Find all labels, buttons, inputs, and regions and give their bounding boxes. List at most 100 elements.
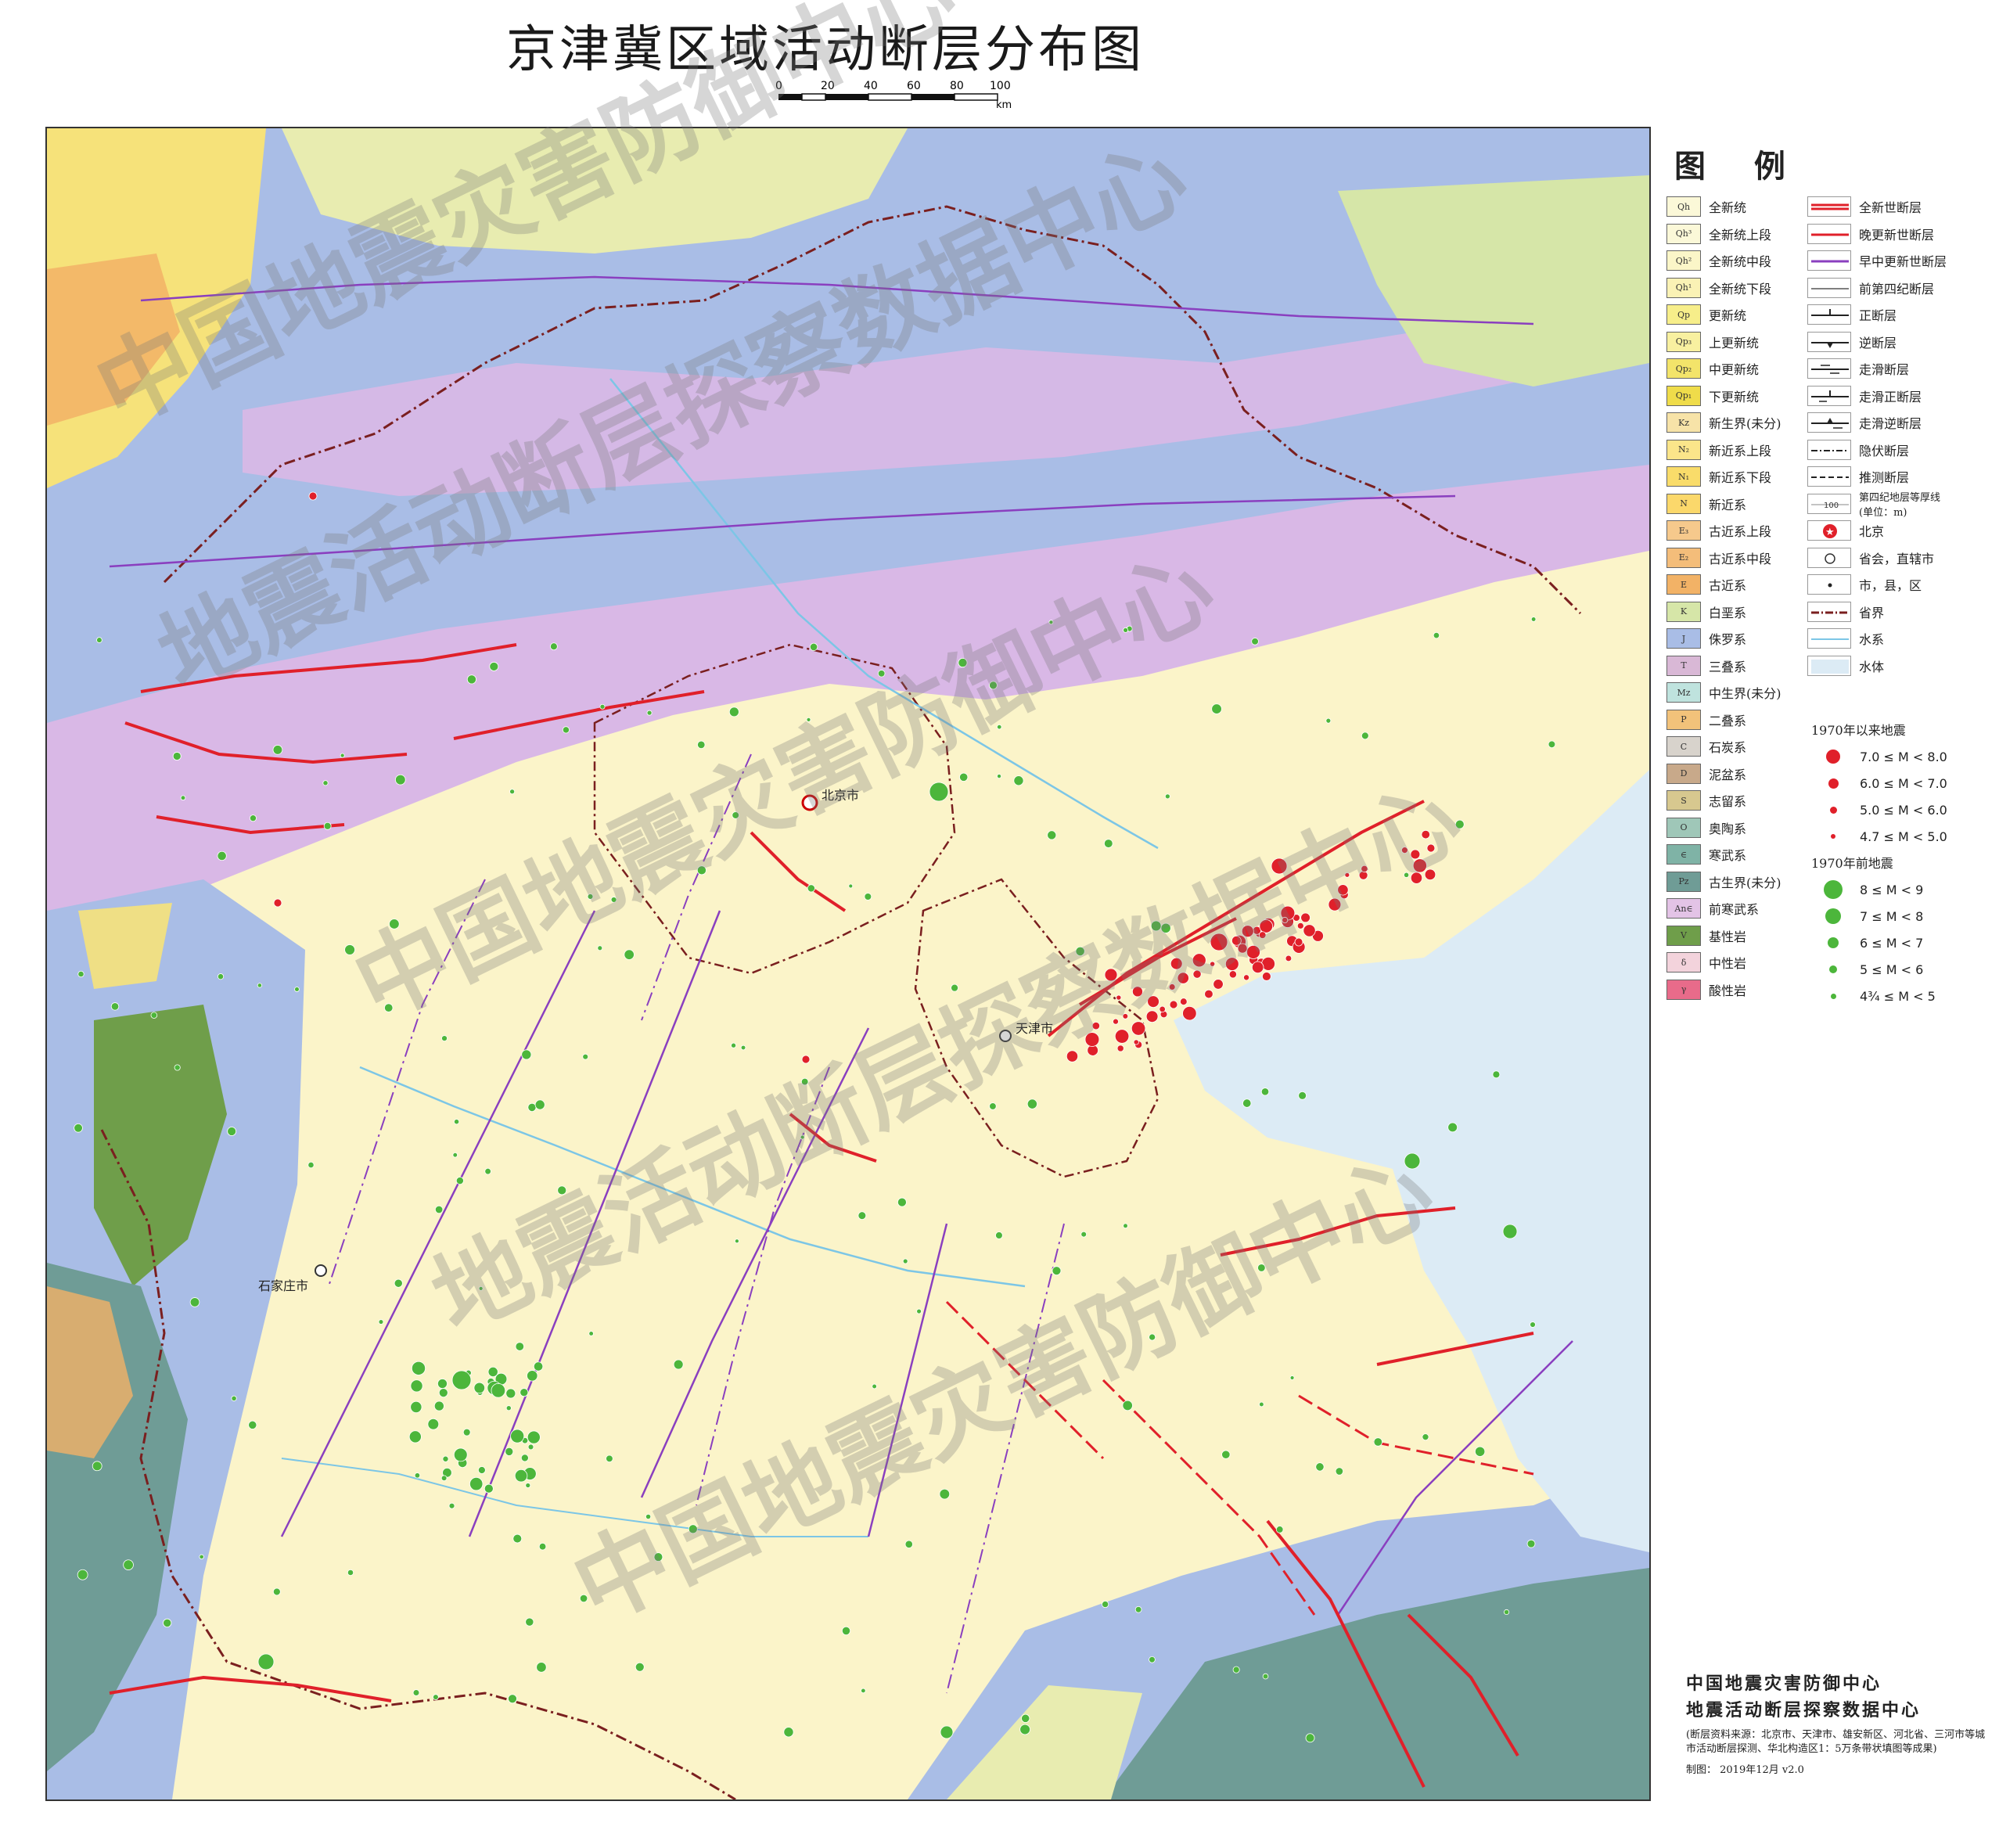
eq-dot-icon [1831,834,1835,839]
eq-historic-marker [688,1524,698,1534]
stratum-swatch: S [1666,790,1701,811]
eq-recent-marker [1296,922,1304,929]
legend-symbol-inferred: 推测断层 [1807,466,1909,487]
eq-historic-marker [533,1361,544,1372]
symbol-label: 隐伏断层 [1859,443,1910,458]
eq-historic-marker [1134,1605,1142,1613]
eq-historic-marker [1232,1666,1240,1674]
eq-recent-marker [1182,1006,1197,1021]
eq-historic-marker [150,1012,158,1019]
city-label-beijing: 北京市 [822,788,859,803]
legend-stratum: Qh² 全新统中段 [1666,250,1771,271]
stratum-swatch: Mz [1666,682,1701,703]
eq-historic-marker [996,724,1002,730]
eq-recent-marker [1424,868,1436,881]
eq-historic-marker [307,1161,315,1169]
symbol-label: 前第四纪断层 [1859,281,1935,297]
eq-historic-marker [864,893,872,901]
eq-historic-marker [557,1185,567,1195]
eq-historic-marker [1530,1321,1536,1328]
eq-recent-marker [1131,986,1143,998]
eq-historic-marker [384,1003,394,1012]
eq-recent-marker [1133,1039,1139,1045]
legend-eq-row: 5 ≤ M < 6 [1811,958,1923,981]
provincial-icon [1807,547,1851,568]
map-canvas[interactable]: 北京市 天津市 石家庄市 [45,127,1651,1801]
eq-recent-marker [1147,995,1159,1008]
eq-historic-marker [1160,922,1171,933]
eq-historic-marker [1325,717,1332,724]
eq-recent-marker [1224,957,1239,971]
eq-historic-marker [1404,1152,1421,1170]
eq-historic-marker [433,1400,444,1411]
eq-recent-marker [1145,1010,1159,1023]
symbol-label: 水系 [1859,632,1885,647]
eq-historic-marker [395,774,406,786]
org-name-2: 地震活动断层探察数据中心 [1686,1700,1922,1720]
eq-historic-marker [452,1152,458,1158]
eq-historic-marker [1080,1231,1088,1238]
eq-historic-marker [410,1400,422,1414]
eq-recent-marker [1170,957,1183,970]
eq-dot-icon [1826,750,1840,764]
eq-dot-icon [1825,908,1841,924]
eq-historic-marker [1251,638,1259,645]
stratum-label: 古近系 [1709,578,1747,593]
eq-historic-marker [897,1197,907,1207]
legend-eq-row: 4.7 ≤ M < 5.0 [1811,825,1947,848]
legend-eq-row: 7 ≤ M < 8 [1811,904,1923,928]
eq-historic-marker [1257,1264,1266,1272]
legend-stratum: T 三叠系 [1666,655,1746,677]
legend-stratum: V 基性岩 [1666,925,1746,947]
eq-historic-marker [536,1662,547,1673]
eq-historic-marker [610,897,617,903]
eq-historic-marker [731,1042,737,1048]
eq-recent-marker [1337,884,1349,896]
legend-symbol-late-pleistocene: 晚更新世断层 [1807,223,1934,245]
eq-recent-marker [1210,933,1228,951]
eq-historic-marker [1013,775,1024,786]
eq-historic-marker [441,1035,448,1042]
eq-historic-marker [1052,1266,1062,1276]
eq-historic-marker [96,637,102,643]
legend-stratum: N₂ 新近系上段 [1666,439,1771,461]
stratum-swatch: O [1666,817,1701,838]
eq-historic-marker [1211,703,1222,714]
symbol-label: 全新世断层 [1859,200,1922,215]
eq-historic-marker [1305,1733,1315,1743]
eq-historic-marker [491,1382,506,1398]
eq-historic-marker [394,1278,403,1288]
eq-historic-marker [1123,627,1129,633]
late-pleistocene-icon [1807,223,1851,244]
stratum-label: 基性岩 [1709,929,1747,944]
eq-historic-marker [989,1102,997,1110]
eq-historic-marker [453,1119,460,1125]
eq-historic-marker [1259,1401,1264,1408]
legend-stratum: δ 中性岩 [1666,951,1746,973]
stratum-swatch: Qp₁ [1666,385,1701,406]
eq-dot-icon [1824,880,1843,899]
river-icon [1807,628,1851,649]
eq-historic-marker [505,1447,514,1456]
scale-bar-segments [778,93,998,101]
eq-historic-marker [1123,1223,1128,1229]
stratum-swatch: T [1666,655,1701,676]
eq-label: 5.0 ≤ M < 6.0 [1860,802,1947,818]
stratum-swatch: D [1666,763,1701,784]
eq-recent-marker [1237,943,1248,954]
eq-historic-marker [512,1533,523,1544]
eq-recent-marker [1168,983,1176,991]
scale-unit: km [996,99,1012,110]
eq-recent-marker [1243,974,1250,981]
legend-symbol-strike-slip-reverse: 走滑逆断层 [1807,412,1922,433]
eq-historic-marker [410,1379,423,1393]
eq-historic-marker [606,1454,613,1463]
eq-historic-marker [995,1231,1003,1239]
eq-recent-marker [1271,857,1288,875]
eq-historic-marker [697,740,706,750]
eq-historic-marker [163,1618,172,1628]
eq-recent-marker [1066,1050,1079,1062]
eq-historic-marker [1504,1609,1510,1616]
eq-historic-marker [438,1388,448,1398]
eq-historic-marker [440,1475,448,1482]
